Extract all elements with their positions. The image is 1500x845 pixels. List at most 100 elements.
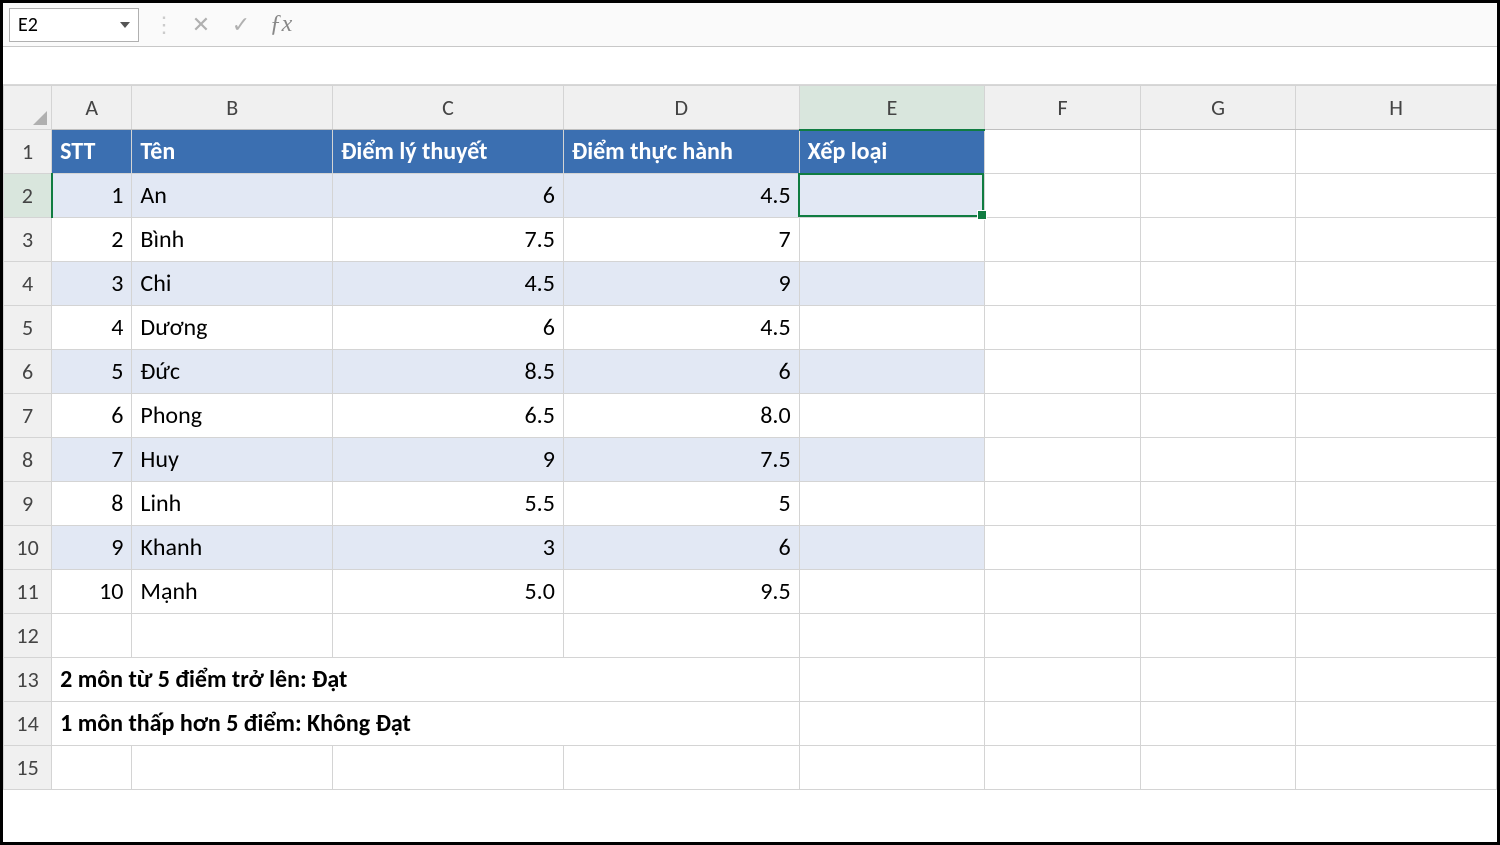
cell-G3[interactable] xyxy=(1140,218,1296,262)
cell-G11[interactable] xyxy=(1140,570,1296,614)
cell-E10[interactable] xyxy=(799,526,985,570)
cell-F7[interactable] xyxy=(985,394,1141,438)
cell-B8[interactable]: Huy xyxy=(132,438,333,482)
cell-A6[interactable]: 5 xyxy=(52,350,132,394)
cell-G12[interactable] xyxy=(1140,614,1296,658)
cell-C7[interactable]: 6.5 xyxy=(333,394,564,438)
cell-C3[interactable]: 7.5 xyxy=(333,218,564,262)
row-header-3[interactable]: 3 xyxy=(4,218,52,262)
row-header-9[interactable]: 9 xyxy=(4,482,52,526)
cell-B6[interactable]: Đức xyxy=(132,350,333,394)
cell-D10[interactable]: 6 xyxy=(563,526,799,570)
cell-D1[interactable]: Điểm thực hành xyxy=(563,130,799,174)
cell-B11[interactable]: Mạnh xyxy=(132,570,333,614)
cell-B10[interactable]: Khanh xyxy=(132,526,333,570)
cell-F3[interactable] xyxy=(985,218,1141,262)
cell-C15[interactable] xyxy=(333,746,564,790)
cell-A3[interactable]: 2 xyxy=(52,218,132,262)
row-header-10[interactable]: 10 xyxy=(4,526,52,570)
row-header-13[interactable]: 13 xyxy=(4,658,52,702)
cell-A5[interactable]: 4 xyxy=(52,306,132,350)
name-box[interactable]: E2 xyxy=(9,8,139,42)
cell-D11[interactable]: 9.5 xyxy=(563,570,799,614)
cell-A9[interactable]: 8 xyxy=(52,482,132,526)
cell-B5[interactable]: Dương xyxy=(132,306,333,350)
cell-C6[interactable]: 8.5 xyxy=(333,350,564,394)
cell-H12[interactable] xyxy=(1296,614,1497,658)
cell-D4[interactable]: 9 xyxy=(563,262,799,306)
cell-A8[interactable]: 7 xyxy=(52,438,132,482)
cell-B3[interactable]: Bình xyxy=(132,218,333,262)
col-header-G[interactable]: G xyxy=(1140,86,1296,130)
cell-H9[interactable] xyxy=(1296,482,1497,526)
row-header-5[interactable]: 5 xyxy=(4,306,52,350)
cell-B9[interactable]: Linh xyxy=(132,482,333,526)
cell-H2[interactable] xyxy=(1296,174,1497,218)
cell-E13[interactable] xyxy=(799,658,985,702)
cell-G4[interactable] xyxy=(1140,262,1296,306)
cell-E6[interactable] xyxy=(799,350,985,394)
cancel-icon[interactable]: ✕ xyxy=(181,8,221,42)
cell-F8[interactable] xyxy=(985,438,1141,482)
cell-F2[interactable] xyxy=(985,174,1141,218)
cell-A7[interactable]: 6 xyxy=(52,394,132,438)
cell-E14[interactable] xyxy=(799,702,985,746)
row-header-4[interactable]: 4 xyxy=(4,262,52,306)
cell-F14[interactable] xyxy=(985,702,1141,746)
col-header-C[interactable]: C xyxy=(333,86,564,130)
cell-H3[interactable] xyxy=(1296,218,1497,262)
cell-H4[interactable] xyxy=(1296,262,1497,306)
cell-A1[interactable]: STT xyxy=(52,130,132,174)
cell-F1[interactable] xyxy=(985,130,1141,174)
cell-H7[interactable] xyxy=(1296,394,1497,438)
row-header-2[interactable]: 2 xyxy=(4,174,52,218)
cell-H14[interactable] xyxy=(1296,702,1497,746)
cell-C2[interactable]: 6 xyxy=(333,174,564,218)
cell-D6[interactable]: 6 xyxy=(563,350,799,394)
col-header-B[interactable]: B xyxy=(132,86,333,130)
col-header-F[interactable]: F xyxy=(985,86,1141,130)
row-header-12[interactable]: 12 xyxy=(4,614,52,658)
cell-D3[interactable]: 7 xyxy=(563,218,799,262)
formula-input[interactable] xyxy=(301,8,1497,42)
cell-G15[interactable] xyxy=(1140,746,1296,790)
col-header-H[interactable]: H xyxy=(1296,86,1497,130)
cell-E11[interactable] xyxy=(799,570,985,614)
row-header-6[interactable]: 6 xyxy=(4,350,52,394)
cell-A12[interactable] xyxy=(52,614,132,658)
cell-A2[interactable]: 1 xyxy=(52,174,132,218)
row-header-1[interactable]: 1 xyxy=(4,130,52,174)
cell-G14[interactable] xyxy=(1140,702,1296,746)
cell-E1[interactable]: Xếp loại xyxy=(799,130,985,174)
cell-B7[interactable]: Phong xyxy=(132,394,333,438)
cell-E12[interactable] xyxy=(799,614,985,658)
cell-G6[interactable] xyxy=(1140,350,1296,394)
cell-C1[interactable]: Điểm lý thuyết xyxy=(333,130,564,174)
cell-F9[interactable] xyxy=(985,482,1141,526)
fx-icon[interactable]: ƒx xyxy=(261,8,301,42)
cell-D7[interactable]: 8.0 xyxy=(563,394,799,438)
cell-A15[interactable] xyxy=(52,746,132,790)
cell-C5[interactable]: 6 xyxy=(333,306,564,350)
select-all-corner[interactable] xyxy=(4,86,52,130)
cell-A4[interactable]: 3 xyxy=(52,262,132,306)
cell-E3[interactable] xyxy=(799,218,985,262)
cell-A14[interactable]: 1 môn thấp hơn 5 điểm: Không Đạt xyxy=(52,702,799,746)
cell-B1[interactable]: Tên xyxy=(132,130,333,174)
enter-icon[interactable]: ✓ xyxy=(221,8,261,42)
cell-E7[interactable] xyxy=(799,394,985,438)
chevron-down-icon[interactable] xyxy=(120,22,130,28)
cell-E8[interactable] xyxy=(799,438,985,482)
cell-D12[interactable] xyxy=(563,614,799,658)
cell-G10[interactable] xyxy=(1140,526,1296,570)
cell-B12[interactable] xyxy=(132,614,333,658)
cell-E2[interactable] xyxy=(799,174,985,218)
cell-G8[interactable] xyxy=(1140,438,1296,482)
cell-C9[interactable]: 5.5 xyxy=(333,482,564,526)
cell-F13[interactable] xyxy=(985,658,1141,702)
cell-E5[interactable] xyxy=(799,306,985,350)
cell-H13[interactable] xyxy=(1296,658,1497,702)
cell-D15[interactable] xyxy=(563,746,799,790)
cell-F10[interactable] xyxy=(985,526,1141,570)
cell-H6[interactable] xyxy=(1296,350,1497,394)
